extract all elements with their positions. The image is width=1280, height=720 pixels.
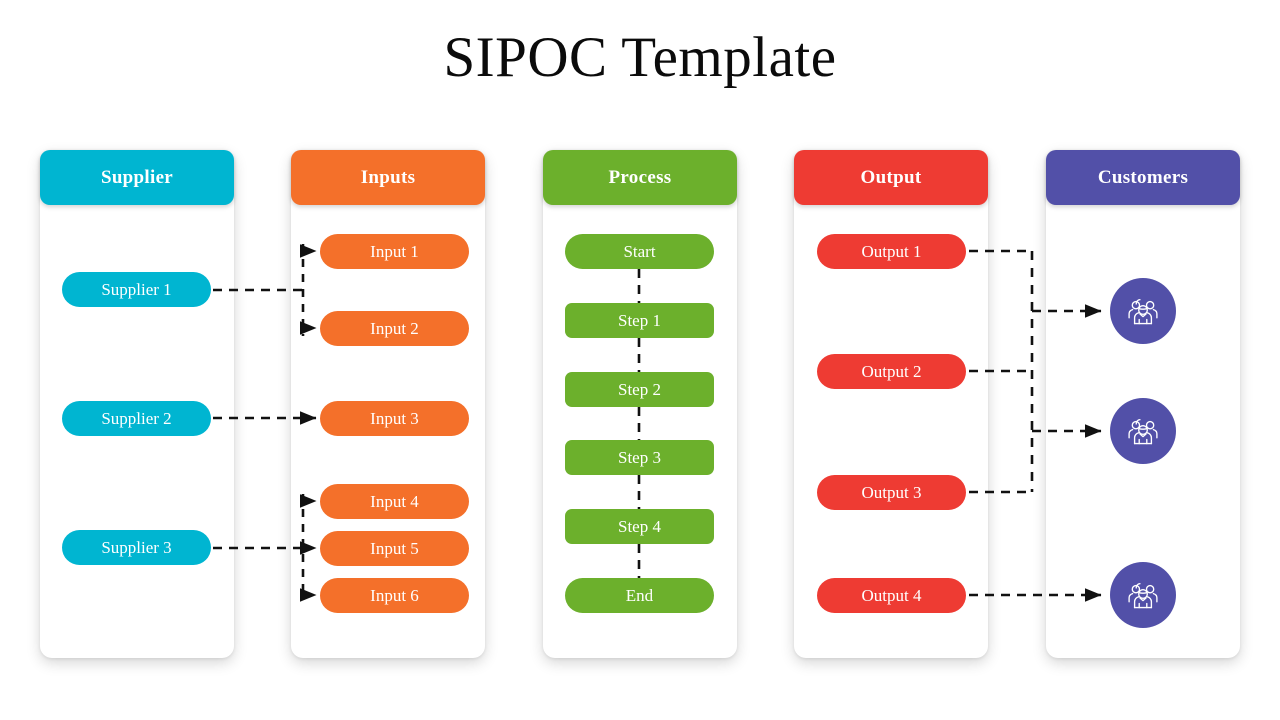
process-box-step2[interactable]: Step 2: [565, 372, 714, 407]
supplier-pill-3[interactable]: Supplier 3: [62, 530, 211, 565]
input-label-6: Input 6: [370, 585, 419, 605]
output-label-4: Output 4: [861, 585, 922, 605]
customer-node-1[interactable]: [1110, 278, 1176, 344]
process-box-end[interactable]: End: [565, 578, 714, 613]
process-box-step3[interactable]: Step 3: [565, 440, 714, 475]
people-group-icon: [1123, 411, 1163, 451]
supplier-label-3: Supplier 3: [101, 537, 172, 557]
output-pill-4[interactable]: Output 4: [817, 578, 966, 613]
process-label-step1: Step 1: [618, 310, 661, 330]
input-pill-5[interactable]: Input 5: [320, 531, 469, 566]
process-label-step4: Step 4: [618, 516, 661, 536]
column-header-process: Process: [543, 150, 737, 205]
input-pill-4[interactable]: Input 4: [320, 484, 469, 519]
column-header-customers: Customers: [1046, 150, 1240, 205]
output-label-2: Output 2: [861, 361, 922, 381]
input-label-5: Input 5: [370, 538, 419, 558]
page-title: SIPOC Template: [443, 26, 837, 89]
people-group-icon: [1123, 291, 1163, 331]
supplier-pill-2[interactable]: Supplier 2: [62, 401, 211, 436]
input-label-2: Input 2: [370, 318, 419, 338]
process-label-step3: Step 3: [618, 447, 661, 467]
sipoc-diagram: SIPOC Template Supplier Inputs Process O…: [0, 0, 1280, 720]
input-pill-6[interactable]: Input 6: [320, 578, 469, 613]
people-group-icon: [1123, 575, 1163, 615]
output-label-3: Output 3: [861, 482, 922, 502]
supplier-pill-1[interactable]: Supplier 1: [62, 272, 211, 307]
input-pill-2[interactable]: Input 2: [320, 311, 469, 346]
process-box-start[interactable]: Start: [565, 234, 714, 269]
customer-node-3[interactable]: [1110, 562, 1176, 628]
input-pill-3[interactable]: Input 3: [320, 401, 469, 436]
process-box-step1[interactable]: Step 1: [565, 303, 714, 338]
input-label-1: Input 1: [370, 241, 419, 261]
output-label-1: Output 1: [861, 241, 922, 261]
process-label-end: End: [625, 585, 654, 605]
output-pill-3[interactable]: Output 3: [817, 475, 966, 510]
process-label-start: Start: [623, 241, 656, 261]
column-header-supplier: Supplier: [40, 150, 234, 205]
column-header-inputs: Inputs: [291, 150, 485, 205]
output-pill-2[interactable]: Output 2: [817, 354, 966, 389]
output-pill-1[interactable]: Output 1: [817, 234, 966, 269]
process-box-step4[interactable]: Step 4: [565, 509, 714, 544]
customer-node-2[interactable]: [1110, 398, 1176, 464]
supplier-label-1: Supplier 1: [101, 279, 172, 299]
input-label-4: Input 4: [370, 491, 419, 511]
process-label-step2: Step 2: [618, 379, 661, 399]
input-pill-1[interactable]: Input 1: [320, 234, 469, 269]
column-header-output: Output: [794, 150, 988, 205]
input-label-3: Input 3: [370, 408, 419, 428]
supplier-label-2: Supplier 2: [101, 408, 172, 428]
